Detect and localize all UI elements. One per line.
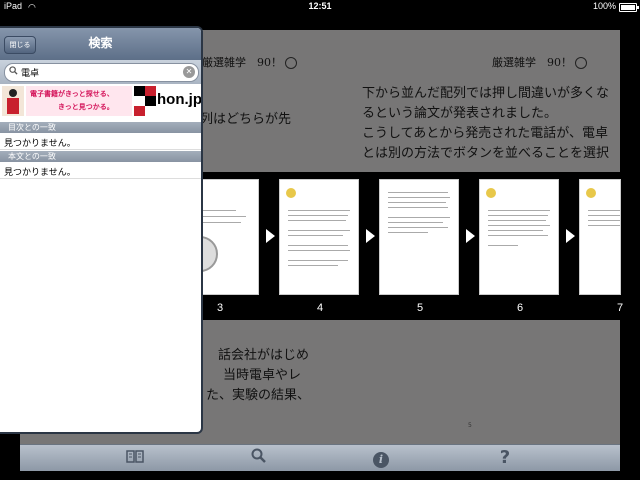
popover-title: 検索 bbox=[88, 36, 113, 50]
next-arrow-icon bbox=[566, 229, 575, 243]
banner-text-1: 電子書籍がきっと探せる、 bbox=[30, 90, 114, 98]
clock: 12:51 bbox=[308, 1, 332, 11]
bottom-toolbar: i ? bbox=[20, 444, 620, 471]
thumbnail-number: 3 bbox=[216, 302, 224, 314]
search-value: 電卓 bbox=[21, 69, 40, 79]
body-result: 見つかりません。 bbox=[4, 168, 76, 178]
banner-text-2: きっと見つかる。 bbox=[58, 103, 114, 111]
banner-brand: hon.jp bbox=[157, 91, 201, 108]
avatar bbox=[486, 188, 496, 198]
next-arrow-icon bbox=[466, 229, 475, 243]
thumbnail-page-7[interactable] bbox=[580, 180, 620, 294]
thumbnail-number: 6 bbox=[516, 302, 524, 314]
page-header-left: 厳選雑学 90！ bbox=[202, 54, 297, 70]
page-number: 5 bbox=[468, 422, 472, 429]
next-arrow-icon bbox=[366, 229, 375, 243]
section-header-body: 本文との一致 bbox=[0, 151, 201, 162]
info-icon[interactable]: i bbox=[366, 448, 396, 468]
thumbnail-page-5[interactable] bbox=[380, 180, 458, 294]
thumbnail-number: 4 bbox=[316, 302, 324, 314]
help-icon[interactable]: ? bbox=[490, 448, 520, 468]
right-page-line-2: るという論文が発表されました。 bbox=[362, 106, 558, 121]
next-arrow-icon bbox=[266, 229, 275, 243]
clock-icon bbox=[575, 57, 587, 69]
search-bar: 電卓 ✕ bbox=[0, 60, 201, 84]
battery-percent: 100% bbox=[592, 1, 616, 11]
thumbnail-page-4[interactable] bbox=[280, 180, 358, 294]
search-icon[interactable] bbox=[244, 448, 274, 468]
lower-page-line-2: 当時電卓やレ bbox=[210, 368, 302, 383]
thumbnail-number: 7 bbox=[616, 302, 624, 314]
avatar bbox=[586, 188, 596, 198]
ad-banner[interactable]: 電子書籍がきっと探せる、 きっと見つかる。 hon.jp bbox=[0, 84, 201, 118]
banner-figure bbox=[2, 86, 24, 116]
right-page-line-3: こうしてあとから発売された電話が、電卓 bbox=[362, 126, 608, 141]
right-page-line-4: とは別の方法でボタンを並べることを選択 bbox=[362, 146, 610, 161]
lower-page-line-3: た、実験の結果、 bbox=[206, 388, 311, 403]
clock-icon bbox=[285, 57, 297, 69]
search-input[interactable]: 電卓 ✕ bbox=[4, 63, 199, 82]
banner-logo-mark bbox=[134, 86, 156, 116]
battery-icon bbox=[619, 3, 639, 12]
search-popover: 閉じる 検索 電卓 ✕ 電子書籍がきっと探せる、 きっと見つかる。 hon.jp… bbox=[0, 26, 203, 434]
lower-page-line-1: 話会社がはじめ bbox=[218, 348, 310, 363]
status-bar: iPad ◠ 12:51 100% bbox=[0, 0, 640, 14]
right-page-line-1: 下から並んだ配列では押し間違いが多くな bbox=[362, 86, 610, 101]
book-icon[interactable] bbox=[120, 448, 150, 468]
popover-header: 閉じる 検索 bbox=[0, 28, 201, 60]
toc-result: 見つかりません。 bbox=[4, 139, 76, 149]
left-page-text: 列はどちらが先 bbox=[200, 112, 292, 127]
avatar bbox=[286, 188, 296, 198]
clear-icon[interactable]: ✕ bbox=[183, 66, 195, 78]
thumbnail-number: 5 bbox=[416, 302, 424, 314]
thumbnail-page-6[interactable] bbox=[480, 180, 558, 294]
search-icon bbox=[9, 66, 18, 78]
page-header-right: 厳選雑学 90！ bbox=[492, 54, 587, 70]
section-header-toc: 目次との一致 bbox=[0, 122, 201, 133]
